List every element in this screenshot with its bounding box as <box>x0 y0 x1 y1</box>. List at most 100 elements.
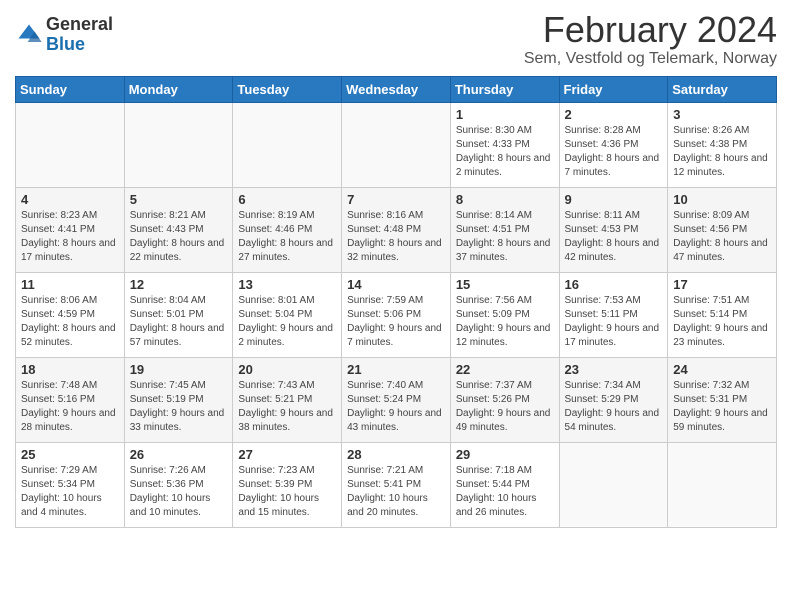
day-info-9: Sunrise: 8:11 AM Sunset: 4:53 PM Dayligh… <box>565 209 663 265</box>
cell-week0-day2 <box>233 102 342 187</box>
day-info-27: Sunrise: 7:23 AM Sunset: 5:39 PM Dayligh… <box>238 464 336 520</box>
cell-week4-day6 <box>668 442 777 527</box>
header-sunday: Sunday <box>16 76 125 102</box>
cell-week4-day4: 29 Sunrise: 7:18 AM Sunset: 5:44 PM Dayli… <box>450 442 559 527</box>
day-number-28: 28 <box>347 447 445 462</box>
calendar-header: Sunday Monday Tuesday Wednesday Thursday… <box>16 76 777 102</box>
day-info-1: Sunrise: 8:30 AM Sunset: 4:33 PM Dayligh… <box>456 124 554 180</box>
cell-week1-day5: 9Sunrise: 8:11 AM Sunset: 4:53 PM Daylig… <box>559 187 668 272</box>
day-info-18: Sunrise: 7:48 AM Sunset: 5:16 PM Dayligh… <box>21 379 119 435</box>
location-subtitle: Sem, Vestfold og Telemark, Norway <box>524 50 777 68</box>
header-monday: Monday <box>124 76 233 102</box>
day-info-28: Sunrise: 7:21 AM Sunset: 5:41 PM Dayligh… <box>347 464 445 520</box>
cell-week3-day6: 24 Sunrise: 7:32 AM Sunset: 5:31 PM Dayli… <box>668 357 777 442</box>
day-info-13: Sunrise: 8:01 AM Sunset: 5:04 PM Dayligh… <box>238 294 336 350</box>
cell-week0-day4: 1 Sunrise: 8:30 AM Sunset: 4:33 PM Daylig… <box>450 102 559 187</box>
cell-week4-day1: 26 Sunrise: 7:26 AM Sunset: 5:36 PM Dayli… <box>124 442 233 527</box>
day-number-12: 12 <box>130 277 228 292</box>
day-number-18: 18 <box>21 362 119 377</box>
day-info-26: Sunrise: 7:26 AM Sunset: 5:36 PM Dayligh… <box>130 464 228 520</box>
logo-general-text: General <box>46 15 113 35</box>
day-info-6: Sunrise: 8:19 AM Sunset: 4:46 PM Dayligh… <box>238 209 336 265</box>
logo: General Blue <box>15 15 113 55</box>
day-number-10: 10 <box>673 192 771 207</box>
cell-week1-day2: 6 Sunrise: 8:19 AM Sunset: 4:46 PM Daylig… <box>233 187 342 272</box>
day-info-12: Sunrise: 8:04 AM Sunset: 5:01 PM Dayligh… <box>130 294 228 350</box>
day-number-8: 8 <box>456 192 554 207</box>
day-number-5: 5 <box>130 192 228 207</box>
day-number-19: 19 <box>130 362 228 377</box>
day-info-20: Sunrise: 7:43 AM Sunset: 5:21 PM Dayligh… <box>238 379 336 435</box>
cell-week2-day3: 14Sunrise: 7:59 AM Sunset: 5:06 PM Dayli… <box>342 272 451 357</box>
day-info-25: Sunrise: 7:29 AM Sunset: 5:34 PM Dayligh… <box>21 464 119 520</box>
day-number-13: 13 <box>238 277 336 292</box>
cell-week2-day2: 13 Sunrise: 8:01 AM Sunset: 5:04 PM Dayli… <box>233 272 342 357</box>
day-info-23: Sunrise: 7:34 AM Sunset: 5:29 PM Dayligh… <box>565 379 663 435</box>
day-number-7: 7 <box>347 192 445 207</box>
cell-week0-day6: 3 Sunrise: 8:26 AM Sunset: 4:38 PM Daylig… <box>668 102 777 187</box>
day-info-8: Sunrise: 8:14 AM Sunset: 4:51 PM Dayligh… <box>456 209 554 265</box>
logo-icon <box>15 21 43 49</box>
header-tuesday: Tuesday <box>233 76 342 102</box>
day-number-24: 24 <box>673 362 771 377</box>
day-number-25: 25 <box>21 447 119 462</box>
day-number-16: 16 <box>565 277 663 292</box>
day-info-24: Sunrise: 7:32 AM Sunset: 5:31 PM Dayligh… <box>673 379 771 435</box>
day-number-27: 27 <box>238 447 336 462</box>
header-row: Sunday Monday Tuesday Wednesday Thursday… <box>16 76 777 102</box>
day-number-11: 11 <box>21 277 119 292</box>
week-row-3: 18 Sunrise: 7:48 AM Sunset: 5:16 PM Dayli… <box>16 357 777 442</box>
day-info-5: Sunrise: 8:21 AM Sunset: 4:43 PM Dayligh… <box>130 209 228 265</box>
cell-week3-day0: 18 Sunrise: 7:48 AM Sunset: 5:16 PM Dayli… <box>16 357 125 442</box>
cell-week0-day0 <box>16 102 125 187</box>
day-number-29: 29 <box>456 447 554 462</box>
day-number-21: 21 <box>347 362 445 377</box>
cell-week1-day4: 8 Sunrise: 8:14 AM Sunset: 4:51 PM Daylig… <box>450 187 559 272</box>
cell-week3-day2: 20 Sunrise: 7:43 AM Sunset: 5:21 PM Dayli… <box>233 357 342 442</box>
week-row-4: 25 Sunrise: 7:29 AM Sunset: 5:34 PM Dayli… <box>16 442 777 527</box>
cell-week1-day1: 5 Sunrise: 8:21 AM Sunset: 4:43 PM Daylig… <box>124 187 233 272</box>
day-info-29: Sunrise: 7:18 AM Sunset: 5:44 PM Dayligh… <box>456 464 554 520</box>
week-row-2: 11 Sunrise: 8:06 AM Sunset: 4:59 PM Dayli… <box>16 272 777 357</box>
calendar-body: 1 Sunrise: 8:30 AM Sunset: 4:33 PM Daylig… <box>16 102 777 527</box>
week-row-1: 4Sunrise: 8:23 AM Sunset: 4:41 PM Daylig… <box>16 187 777 272</box>
header-friday: Friday <box>559 76 668 102</box>
cell-week4-day5 <box>559 442 668 527</box>
day-info-19: Sunrise: 7:45 AM Sunset: 5:19 PM Dayligh… <box>130 379 228 435</box>
day-number-20: 20 <box>238 362 336 377</box>
day-info-21: Sunrise: 7:40 AM Sunset: 5:24 PM Dayligh… <box>347 379 445 435</box>
cell-week0-day3 <box>342 102 451 187</box>
logo-blue-text: Blue <box>46 35 113 55</box>
cell-week1-day6: 10Sunrise: 8:09 AM Sunset: 4:56 PM Dayli… <box>668 187 777 272</box>
calendar-table: Sunday Monday Tuesday Wednesday Thursday… <box>15 76 777 528</box>
cell-week0-day5: 2Sunrise: 8:28 AM Sunset: 4:36 PM Daylig… <box>559 102 668 187</box>
day-info-15: Sunrise: 7:56 AM Sunset: 5:09 PM Dayligh… <box>456 294 554 350</box>
cell-week1-day0: 4Sunrise: 8:23 AM Sunset: 4:41 PM Daylig… <box>16 187 125 272</box>
day-number-23: 23 <box>565 362 663 377</box>
cell-week2-day0: 11 Sunrise: 8:06 AM Sunset: 4:59 PM Dayli… <box>16 272 125 357</box>
cell-week2-day4: 15 Sunrise: 7:56 AM Sunset: 5:09 PM Dayli… <box>450 272 559 357</box>
day-number-14: 14 <box>347 277 445 292</box>
month-title: February 2024 <box>524 10 777 50</box>
day-number-6: 6 <box>238 192 336 207</box>
day-number-4: 4 <box>21 192 119 207</box>
cell-week1-day3: 7Sunrise: 8:16 AM Sunset: 4:48 PM Daylig… <box>342 187 451 272</box>
day-info-22: Sunrise: 7:37 AM Sunset: 5:26 PM Dayligh… <box>456 379 554 435</box>
cell-week3-day5: 23 Sunrise: 7:34 AM Sunset: 5:29 PM Dayli… <box>559 357 668 442</box>
cell-week3-day4: 22 Sunrise: 7:37 AM Sunset: 5:26 PM Dayli… <box>450 357 559 442</box>
day-number-26: 26 <box>130 447 228 462</box>
cell-week2-day6: 17Sunrise: 7:51 AM Sunset: 5:14 PM Dayli… <box>668 272 777 357</box>
cell-week4-day0: 25 Sunrise: 7:29 AM Sunset: 5:34 PM Dayli… <box>16 442 125 527</box>
day-number-22: 22 <box>456 362 554 377</box>
header-thursday: Thursday <box>450 76 559 102</box>
day-number-15: 15 <box>456 277 554 292</box>
day-info-2: Sunrise: 8:28 AM Sunset: 4:36 PM Dayligh… <box>565 124 663 180</box>
day-info-3: Sunrise: 8:26 AM Sunset: 4:38 PM Dayligh… <box>673 124 771 180</box>
day-number-3: 3 <box>673 107 771 122</box>
day-info-11: Sunrise: 8:06 AM Sunset: 4:59 PM Dayligh… <box>21 294 119 350</box>
cell-week3-day1: 19 Sunrise: 7:45 AM Sunset: 5:19 PM Dayli… <box>124 357 233 442</box>
day-number-1: 1 <box>456 107 554 122</box>
cell-week2-day1: 12 Sunrise: 8:04 AM Sunset: 5:01 PM Dayli… <box>124 272 233 357</box>
day-info-16: Sunrise: 7:53 AM Sunset: 5:11 PM Dayligh… <box>565 294 663 350</box>
cell-week3-day3: 21 Sunrise: 7:40 AM Sunset: 5:24 PM Dayli… <box>342 357 451 442</box>
